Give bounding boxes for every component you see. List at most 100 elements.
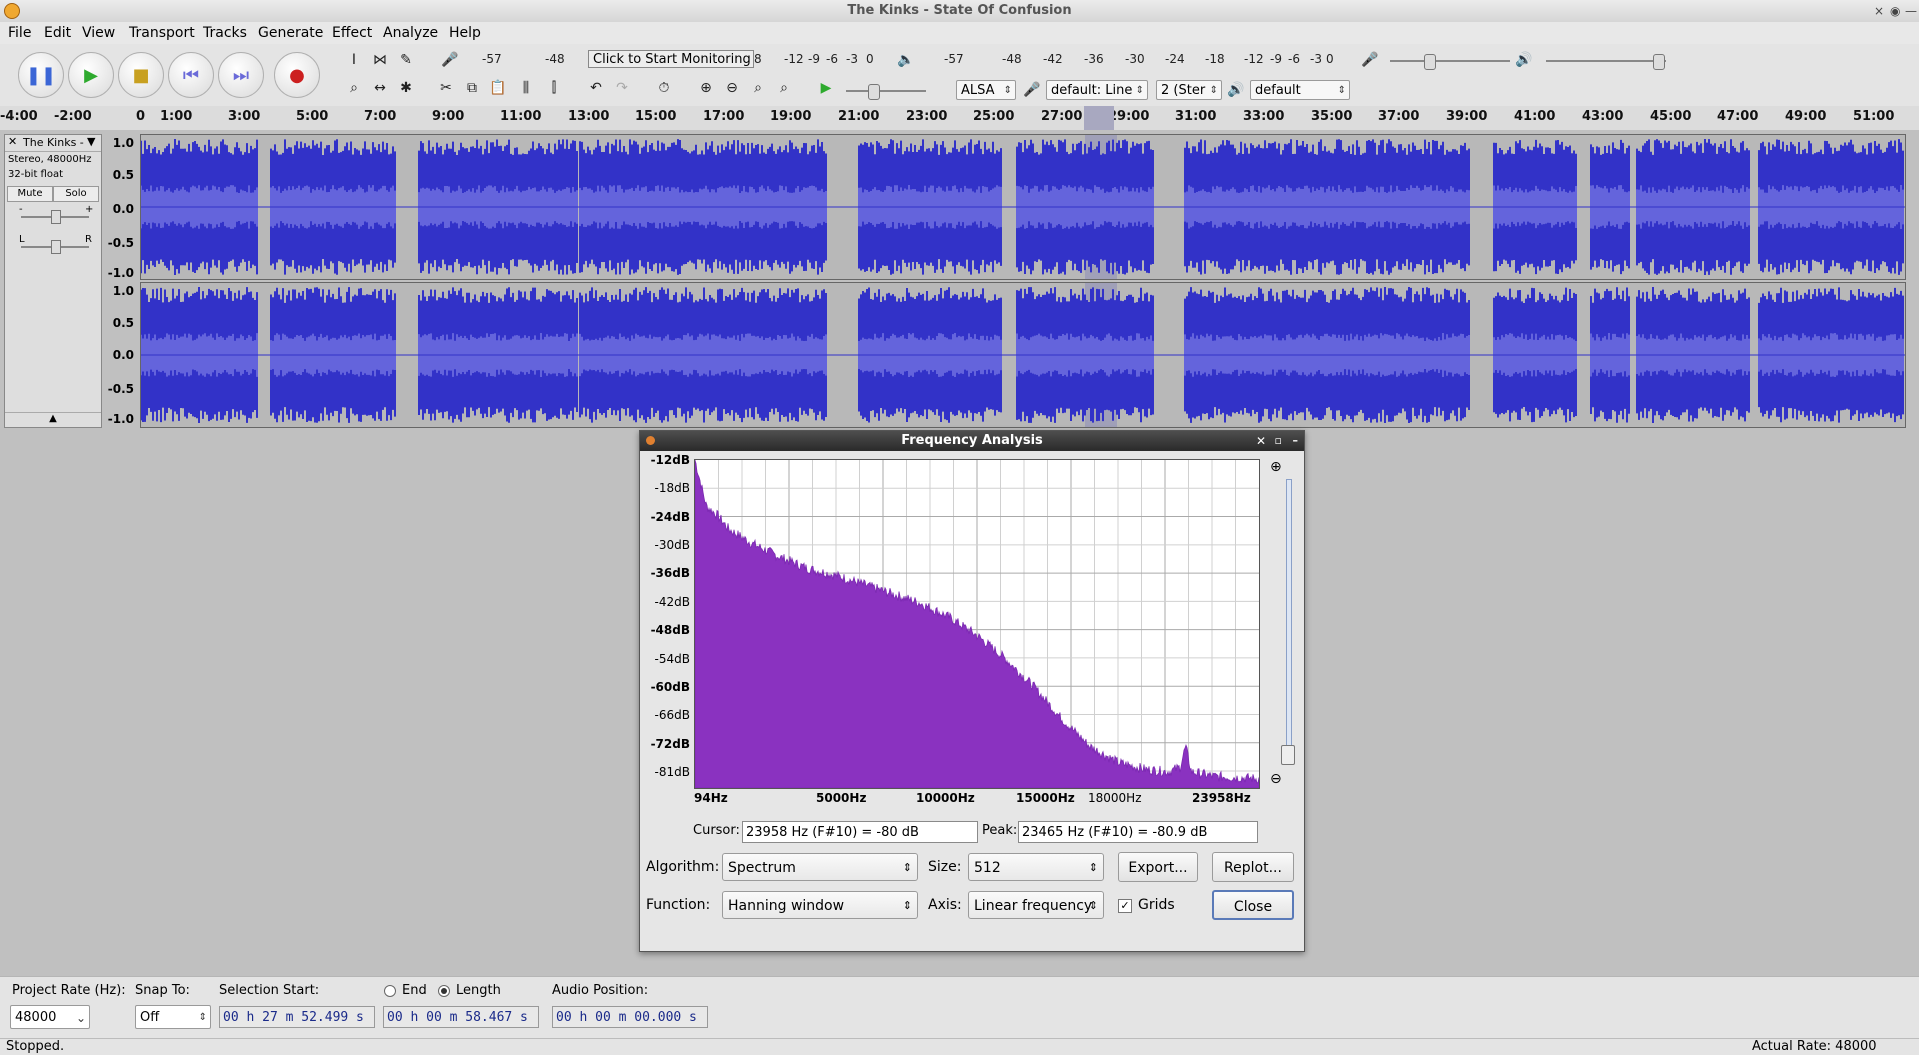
menu-edit[interactable]: Edit — [44, 25, 71, 41]
menu-effect[interactable]: Effect — [332, 25, 372, 41]
multi-tool[interactable]: ✱ — [396, 78, 416, 98]
zoom-in-plot-icon[interactable]: ⊕ — [1270, 459, 1282, 475]
zoom-tool[interactable]: ⌕ — [344, 78, 364, 98]
dialog-close-icon[interactable]: ✕ — [1256, 431, 1266, 451]
minimize-window-button[interactable]: — — [1905, 4, 1917, 18]
gain-thumb[interactable] — [51, 210, 61, 224]
stop-button[interactable]: ■ — [118, 52, 164, 98]
grids-checkbox[interactable]: ✓ — [1118, 899, 1132, 913]
play-at-speed-button[interactable]: ▶ — [816, 78, 836, 98]
waveform-channel-right[interactable] — [140, 282, 1906, 428]
timeline-ruler[interactable]: -4:00 -2:00 0 1:00 3:00 5:00 7:00 9:00 11:00 13:0… — [0, 106, 1919, 131]
solo-button[interactable]: Solo — [53, 186, 99, 202]
timeshift-tool[interactable]: ↔ — [370, 78, 390, 98]
export-button[interactable]: Export... — [1118, 852, 1198, 882]
end-radio[interactable] — [384, 985, 396, 997]
redo-button[interactable]: ↷ — [612, 78, 632, 98]
pan-thumb[interactable] — [51, 240, 61, 254]
dialog-title-bar[interactable]: Frequency Analysis ✕ ▫ – — [640, 431, 1304, 451]
recording-device-select[interactable]: default: Line ⇕ — [1046, 80, 1148, 100]
menu-tracks[interactable]: Tracks — [203, 25, 247, 41]
freq-label: 94Hz — [694, 791, 728, 805]
play-speed-slider[interactable] — [846, 90, 926, 92]
undo-button[interactable]: ↶ — [586, 78, 606, 98]
zoom-out-button[interactable]: ⊖ — [722, 78, 742, 98]
audio-position-field[interactable]: 00 h 00 m 00.000 s — [552, 1006, 708, 1028]
length-radio[interactable] — [438, 985, 450, 997]
length-label: Length — [456, 983, 501, 998]
menu-help[interactable]: Help — [449, 25, 481, 41]
menu-transport[interactable]: Transport — [129, 25, 195, 41]
input-volume-thumb[interactable] — [1424, 54, 1436, 70]
pause-button[interactable]: ❚❚ — [18, 52, 64, 98]
record-meter-mic[interactable]: 🎤 — [440, 50, 460, 70]
spectrum-plot[interactable] — [694, 459, 1260, 789]
plot-zoom-thumb[interactable] — [1281, 745, 1295, 765]
track-name[interactable]: The Kinks - — [23, 136, 84, 149]
close-window-button[interactable]: × — [1874, 4, 1884, 18]
algorithm-select[interactable]: Spectrum ⇕ — [722, 853, 918, 881]
updown-icon: ⇕ — [198, 1012, 207, 1023]
cut-button[interactable]: ✂ — [436, 78, 456, 98]
skip-end-button[interactable]: ⏭ — [218, 52, 264, 98]
dialog-minimize-icon[interactable]: – — [1293, 431, 1299, 451]
monitoring-label[interactable]: Click to Start Monitoring — [588, 50, 754, 68]
menu-view[interactable]: View — [82, 25, 115, 41]
sync-lock-button[interactable]: ⏱ — [654, 78, 674, 98]
ruler-selection-marker — [1084, 106, 1114, 130]
restore-window-button[interactable]: ◉ — [1890, 4, 1900, 18]
selection-tool[interactable]: I — [344, 50, 364, 70]
rec-meter-tick: -12 — [784, 52, 804, 66]
replot-button[interactable]: Replot... — [1212, 852, 1294, 882]
menu-generate[interactable]: Generate — [258, 25, 323, 41]
peak-value-field[interactable]: 23465 Hz (F#10) = -80.9 dB — [1018, 821, 1258, 843]
waveform-channel-left[interactable] — [140, 134, 1906, 280]
microphone-icon: 🎤 — [1361, 52, 1379, 68]
silence-button[interactable]: ⫿ — [544, 78, 564, 98]
output-volume-slider[interactable] — [1546, 60, 1666, 62]
paste-button[interactable]: 📋 — [488, 78, 508, 98]
zoom-in-button[interactable]: ⊕ — [696, 78, 716, 98]
ruler-tick-label: -2:00 — [54, 109, 92, 124]
envelope-tool[interactable]: ⋈ — [370, 50, 390, 70]
function-select[interactable]: Hanning window ⇕ — [722, 891, 918, 919]
menu-analyze[interactable]: Analyze — [383, 25, 438, 41]
channels-select[interactable]: 2 (Ster ⇕ — [1156, 80, 1222, 100]
selection-start-field[interactable]: 00 h 27 m 52.499 s — [219, 1006, 375, 1028]
play-button[interactable]: ▶ — [68, 52, 114, 98]
collapse-track-button[interactable]: ▲ — [5, 412, 101, 427]
silence-icon: ⫿ — [551, 80, 557, 96]
close-button[interactable]: Close — [1212, 890, 1294, 920]
project-rate-select[interactable]: 48000 ⌄ — [10, 1005, 90, 1029]
scale-label: -0.5 — [107, 382, 134, 396]
skip-start-button[interactable]: ⏮ — [168, 52, 214, 98]
cursor-value-field[interactable]: 23958 Hz (F#10) = -80 dB — [742, 821, 978, 843]
audio-host-select[interactable]: ALSA ⇕ — [956, 80, 1016, 100]
ruler-tick-label: 9:00 — [432, 109, 465, 124]
copy-button[interactable]: ⧉ — [462, 78, 482, 98]
size-select[interactable]: 512 ⇕ — [968, 853, 1104, 881]
record-button[interactable]: ● — [274, 52, 320, 98]
axis-select[interactable]: Linear frequency ⇕ — [968, 891, 1104, 919]
track-menu-chevron-icon[interactable]: ▼ — [87, 135, 95, 148]
output-volume-thumb[interactable] — [1653, 54, 1665, 70]
zoom-out-plot-icon[interactable]: ⊖ — [1270, 771, 1282, 787]
playback-device-select[interactable]: default ⇕ — [1250, 80, 1350, 100]
menu-file[interactable]: File — [8, 25, 31, 41]
play-speed-thumb[interactable] — [868, 84, 880, 100]
selection-length-field[interactable]: 00 h 00 m 58.467 s — [383, 1006, 539, 1028]
draw-tool[interactable]: ✎ — [396, 50, 416, 70]
track-control-panel[interactable]: ✕ The Kinks - ▼ Stereo, 48000Hz 32-bit f… — [4, 134, 102, 428]
fit-project-button[interactable]: ⌕ — [774, 78, 794, 98]
db-label: -60dB — [650, 679, 690, 694]
plot-zoom-slider[interactable] — [1286, 479, 1292, 757]
input-volume-slider[interactable] — [1390, 60, 1510, 62]
track-close-icon[interactable]: ✕ — [8, 135, 17, 148]
fit-selection-button[interactable]: ⌕ — [748, 78, 768, 98]
fit-selection-icon: ⌕ — [754, 80, 762, 96]
mute-button[interactable]: Mute — [7, 186, 53, 202]
playback-meter-speaker[interactable]: 🔈 — [896, 50, 916, 70]
snap-to-select[interactable]: Off ⇕ — [135, 1005, 211, 1029]
dialog-maximize-icon[interactable]: ▫ — [1275, 431, 1282, 451]
trim-button[interactable]: ⫼ — [516, 78, 536, 98]
